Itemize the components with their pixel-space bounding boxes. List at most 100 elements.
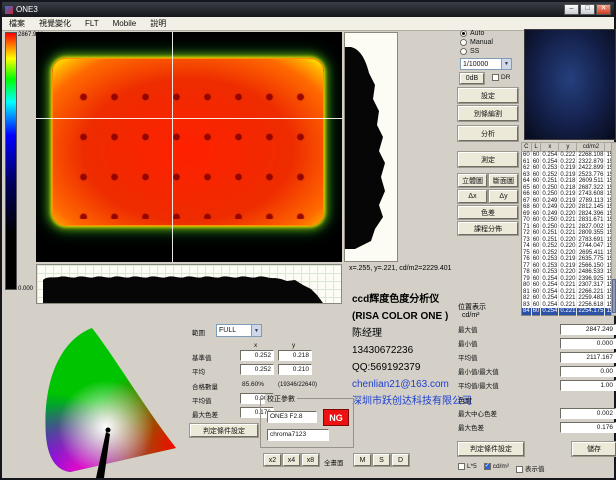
stat-label: 平均值/最大值 (458, 380, 560, 390)
stat-value: 0.00 (560, 366, 616, 377)
table-row[interactable]: 82600.2540.2212259.48315073 (522, 295, 616, 302)
button-x4[interactable]: x4 (283, 454, 300, 466)
table-row[interactable]: 60600.2540.2222268.10815073 (522, 152, 616, 159)
panel-heatmap (52, 58, 324, 226)
stereo-view-button[interactable]: 立體圖 (458, 174, 487, 187)
checkbox-L*5[interactable]: L*5 (458, 463, 477, 473)
radio-icon (460, 48, 467, 55)
mode-radio-SS[interactable]: SS (460, 47, 493, 56)
table-row[interactable]: 72600.2510.2212809.35515073 (522, 230, 616, 237)
split-button[interactable]: 別條編割 (458, 106, 518, 121)
color-diff-button[interactable]: 色差 (458, 206, 518, 219)
section-view-button[interactable]: 斷面圖 (489, 174, 518, 187)
crosshair-horizontal[interactable] (36, 118, 342, 119)
checkbox-label: L*5 (467, 463, 477, 470)
checkbox-cd/m²[interactable]: cd/m² (484, 463, 509, 473)
mode-radio-Auto[interactable]: Auto (460, 29, 493, 38)
distribution-button[interactable]: 課程分佈 (458, 222, 518, 235)
measured-point-marker (106, 428, 111, 433)
luminance-stats: 最大值2847.249最小值0.000平均值2117.167最小值/最大值0.0… (458, 322, 616, 392)
table-row[interactable]: 62600.2530.2192422.89915073 (522, 165, 616, 172)
window-title: ONE3 (16, 5, 38, 14)
average-label: 平均 (192, 366, 205, 376)
button-M[interactable]: M (354, 454, 371, 466)
gain-button[interactable]: 0dB (460, 73, 484, 84)
cursor-readout: x=.255, y=.221, cd/m2=2229.401 (349, 265, 452, 272)
measure-button[interactable]: 測定 (458, 152, 518, 167)
table-scrollbar[interactable] (611, 142, 616, 316)
table-row[interactable]: 70600.2500.2212831.67115073 (522, 217, 616, 224)
button-S[interactable]: S (373, 454, 390, 466)
analyze-button[interactable]: 分析 (458, 126, 518, 141)
table-row[interactable]: 64600.2510.2182609.51115073 (522, 178, 616, 185)
col-header-cd/m2: cd/m2 (577, 143, 605, 152)
table-row[interactable]: 76600.2530.2192635.77515073 (522, 256, 616, 263)
stat-row: 最小值/最大值0.00 (458, 364, 616, 378)
delta-y-button[interactable]: Δy (489, 190, 518, 203)
minimize-button[interactable]: – (564, 4, 579, 15)
menu-item-說明[interactable]: 說明 (143, 18, 173, 29)
stat-row: 最大值2847.249 (458, 322, 616, 336)
judge-settings-button-left[interactable]: 判定條件設定 (190, 424, 258, 437)
mode-radio-Manual[interactable]: Manual (460, 38, 493, 47)
table-row[interactable]: 68600.2490.2202812.14515073 (522, 204, 616, 211)
cie-chromaticity-diagram[interactable] (26, 320, 186, 478)
menu-item-FLT[interactable]: FLT (78, 19, 106, 28)
stat-row: 最大中心色差0.002 (458, 406, 616, 420)
title-bar[interactable]: ONE3 – □ ✕ (2, 2, 614, 17)
heatmap-dot-pattern (59, 65, 317, 219)
range-label: 範圍 (192, 327, 205, 337)
shutter-select[interactable]: 1/10000 ▼ (460, 58, 512, 70)
contact-line: chenlian21@163.com (352, 376, 470, 393)
stat-value: 0.176 (560, 422, 616, 433)
measurement-table[interactable]: CLxycd/m2K 60600.2540.2222268.1081507361… (521, 142, 616, 316)
stat-label: 最大中心色差 (458, 408, 560, 418)
button-D[interactable]: D (392, 454, 409, 466)
set-button[interactable]: 設定 (458, 88, 518, 103)
col-header-y: y (559, 143, 577, 152)
close-button[interactable]: ✕ (596, 4, 611, 15)
table-row[interactable]: 84600.2540.2212254.17515073 (522, 308, 616, 315)
stat-label: 最大值 (458, 324, 560, 334)
colorbar-min-label: 0.000 (18, 286, 33, 292)
stat-label: 最小值/最大值 (458, 366, 560, 376)
col-header-C: C (522, 143, 532, 152)
chroma-section-title: 色度 (458, 396, 472, 406)
luminance-image[interactable] (36, 32, 342, 262)
menu-item-視覺變化[interactable]: 視覺變化 (32, 18, 78, 29)
menu-bar: 檔案視覺變化FLTMobile說明 (2, 17, 614, 31)
menu-item-Mobile[interactable]: Mobile (106, 19, 144, 28)
data-table-body: 60600.2540.2222268.1081507361600.2540.22… (522, 152, 616, 316)
mean-diff-label: 平均值 (192, 395, 212, 405)
average-x-value: 0.252 (240, 364, 274, 375)
button-x8[interactable]: x8 (302, 454, 319, 466)
table-row[interactable]: 74600.2520.2202744.04715073 (522, 243, 616, 250)
button-x2[interactable]: x2 (264, 454, 281, 466)
table-row[interactable]: 80600.2540.2212307.31715073 (522, 282, 616, 289)
judge-settings-button-right[interactable]: 判定條件設定 (458, 442, 524, 456)
table-row[interactable]: 78600.2530.2202486.53315073 (522, 269, 616, 276)
stat-row: 最小值0.000 (458, 336, 616, 350)
vertical-profile-curve (345, 47, 385, 249)
pass-count-value: 85.60% (242, 381, 264, 388)
menu-item-檔案[interactable]: 檔案 (2, 18, 32, 29)
dr-checkbox[interactable]: DR (492, 74, 510, 81)
stat-value: 0.002 (560, 408, 616, 419)
radio-label: Auto (470, 30, 484, 37)
contact-line: ccd辉度色度分析仪 (352, 291, 470, 308)
reference-x-value: 0.252 (240, 350, 274, 361)
horizontal-profile-curve (43, 276, 323, 303)
range-select[interactable]: FULL ▼ (216, 324, 262, 337)
table-scrollbar-thumb[interactable] (612, 279, 616, 313)
save-button[interactable]: 儲存 (572, 442, 616, 456)
checkbox-icon (516, 466, 523, 473)
reference-y-value: 0.218 (278, 350, 312, 361)
radio-label: Manual (470, 39, 493, 46)
maximize-button[interactable]: □ (580, 4, 595, 15)
table-row[interactable]: 66600.2500.2192743.60815073 (522, 191, 616, 198)
checkbox-表示值[interactable]: 表示值 (516, 463, 545, 473)
crosshair-vertical[interactable] (172, 32, 173, 262)
luminance-colorbar (5, 32, 17, 290)
chroma-stats: 最大中心色差0.002最大色差0.176 (458, 406, 616, 434)
delta-x-button[interactable]: Δx (458, 190, 487, 203)
